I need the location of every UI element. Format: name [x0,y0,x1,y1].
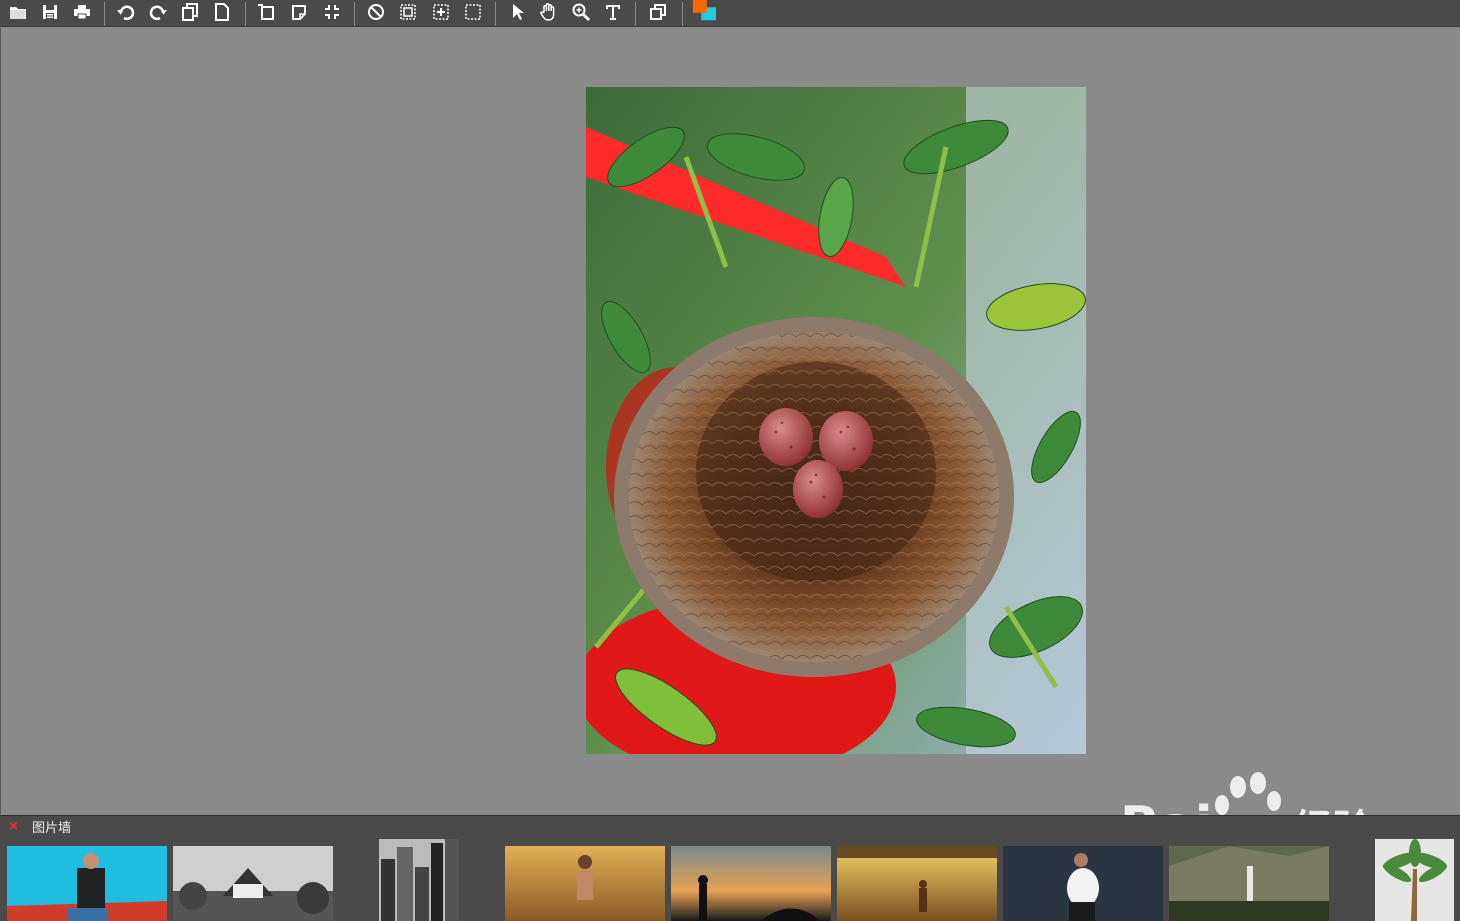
redo-icon[interactable] [146,1,170,23]
paste-icon[interactable] [210,1,234,23]
toolbar-separator [495,2,496,26]
pointer-icon[interactable] [505,1,529,23]
text-tool-icon[interactable] [601,1,625,23]
thumbnail-2[interactable] [173,846,333,921]
toolbar [0,0,1460,27]
thumbnail-1[interactable] [7,846,167,921]
rotate-right-icon[interactable] [287,1,311,23]
photo-wall-title: 图片墙 [32,821,72,836]
toolbar-separator [104,2,105,26]
toolbar-separator [354,2,355,26]
close-icon[interactable]: × [8,819,26,834]
thumbnail-9[interactable] [1375,839,1454,921]
zoom-icon[interactable] [569,1,593,23]
thumbnail-8[interactable] [1169,846,1329,921]
thumbnail-5[interactable] [671,846,831,921]
select-center-icon[interactable] [429,1,453,23]
thumbnail-4[interactable] [505,846,665,921]
no-selection-icon[interactable] [364,1,388,23]
thumbnail-3[interactable] [379,839,459,921]
rotate-left-icon[interactable] [254,1,278,23]
crop-icon[interactable] [320,1,344,23]
toolbar-separator [245,2,246,26]
main-image [586,87,1086,754]
select-all-icon[interactable] [396,1,420,23]
print-icon[interactable] [70,1,94,23]
app-window: Bai 经验 du jingyan.baidu.com × 图片墙 [0,0,1460,921]
copy-icon[interactable] [178,1,202,23]
save-icon[interactable] [38,1,62,23]
toolbar-separator [682,2,683,26]
open-folder-icon[interactable] [6,1,30,23]
color-swatch-icon[interactable] [692,0,716,22]
image-canvas[interactable] [0,28,1460,814]
duplicate-icon[interactable] [646,1,670,23]
photo-wall-header: × 图片墙 [0,815,1460,837]
hand-pan-icon[interactable] [537,1,561,23]
toolbar-separator [635,2,636,26]
thumbnail-6[interactable] [837,846,997,921]
thumbnail-7[interactable] [1003,846,1163,921]
photo-wall-strip[interactable] [0,837,1460,921]
undo-icon[interactable] [114,1,138,23]
rect-select-icon[interactable] [461,1,485,23]
